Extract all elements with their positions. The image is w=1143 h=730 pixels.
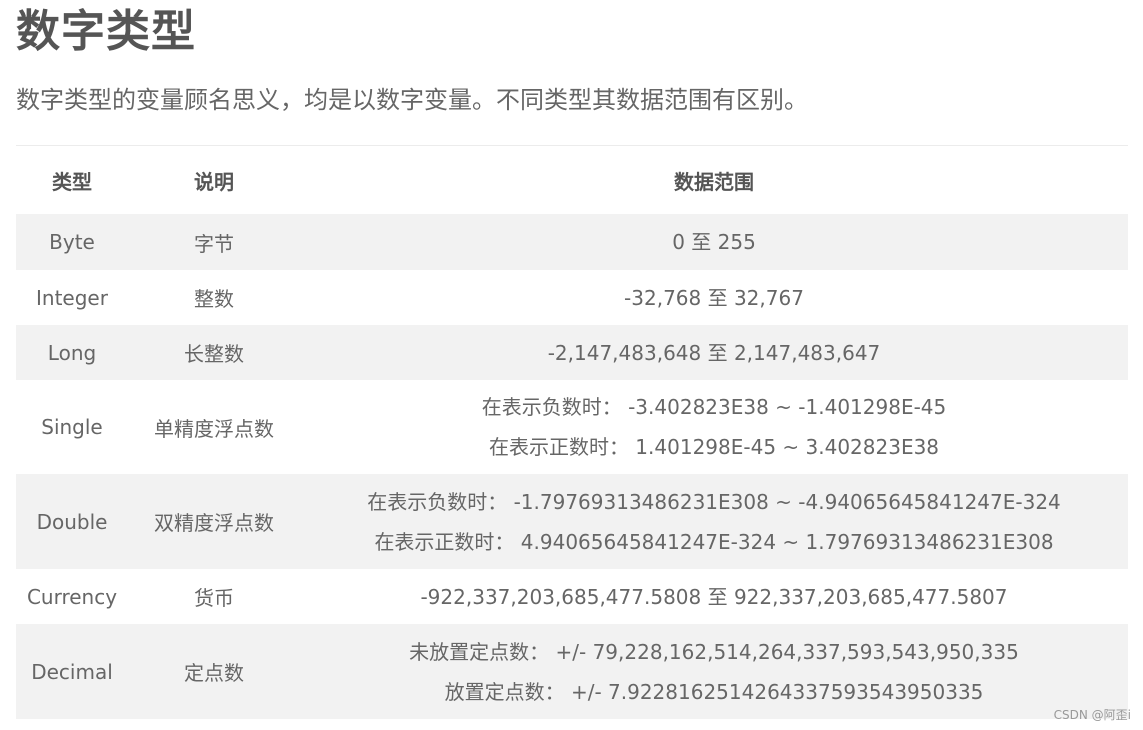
header-range: 数据范围 xyxy=(674,169,754,194)
table-row: Byte 字节 0 至 255 xyxy=(16,214,1128,270)
range-line: -2,147,483,648 至 2,147,483,647 xyxy=(547,340,881,365)
header-type: 类型 xyxy=(52,169,92,194)
row-description: 双精度浮点数 xyxy=(154,511,274,535)
row-type: Double xyxy=(36,509,108,534)
range-line: 在表示负数时： -1.79769313486231E308 ~ -4.94065… xyxy=(367,489,1061,514)
row-type: Byte xyxy=(49,230,95,254)
row-description: 整数 xyxy=(194,287,234,311)
row-range: 0 至 255 xyxy=(300,222,1128,262)
row-range: -32,768 至 32,767 xyxy=(300,278,1128,318)
range-line: 0 至 255 xyxy=(672,230,756,254)
row-description: 定点数 xyxy=(184,661,244,685)
row-description: 单精度浮点数 xyxy=(154,416,274,441)
intro-paragraph: 数字类型的变量顾名思义，均是以数字变量。不同类型其数据范围有区别。 xyxy=(16,86,808,114)
range-line: 放置定点数： +/- 7.922816251426433759354395033… xyxy=(444,679,984,704)
row-type: Currency xyxy=(26,584,118,609)
row-description: 长整数 xyxy=(184,342,244,366)
row-type: Integer xyxy=(36,285,108,310)
range-line: 在表示负数时： -3.402823E38 ~ -1.401298E-45 xyxy=(481,395,947,419)
range-line: 未放置定点数： +/- 79,228,162,514,264,337,593,5… xyxy=(409,639,1019,664)
row-range: -922,337,203,685,477.5808 至 922,337,203,… xyxy=(300,577,1128,617)
range-line: 在表示正数时： 4.94065645841247E-324 ~ 1.797693… xyxy=(374,529,1054,554)
row-range: -2,147,483,648 至 2,147,483,647 xyxy=(300,333,1128,373)
row-type: Long xyxy=(47,340,97,365)
table-row: Currency 货币 -922,337,203,685,477.5808 至 … xyxy=(16,569,1128,624)
watermark: CSDN @阿歪i xyxy=(1053,708,1131,722)
data-types-table: 类型 说明 数据范围 Byte 字节 0 至 255 Integer 整数 -3… xyxy=(16,145,1128,719)
page-title: 数字类型 xyxy=(16,6,196,57)
row-type: Single xyxy=(41,415,103,439)
row-description: 货币 xyxy=(194,586,234,610)
row-range: 在表示负数时： -3.402823E38 ~ -1.401298E-45 在表示… xyxy=(300,387,1128,467)
table-row: Decimal 定点数 未放置定点数： +/- 79,228,162,514,2… xyxy=(16,624,1128,719)
table-row: Double 双精度浮点数 在表示负数时： -1.79769313486231E… xyxy=(16,474,1128,569)
range-line: -922,337,203,685,477.5808 至 922,337,203,… xyxy=(420,584,1008,609)
row-type: Decimal xyxy=(31,659,113,684)
range-line: -32,768 至 32,767 xyxy=(624,285,804,310)
header-description: 说明 xyxy=(194,169,234,194)
table-row: Single 单精度浮点数 在表示负数时： -3.402823E38 ~ -1.… xyxy=(16,380,1128,474)
row-range: 未放置定点数： +/- 79,228,162,514,264,337,593,5… xyxy=(300,632,1128,712)
row-description: 字节 xyxy=(194,231,234,256)
row-range: 在表示负数时： -1.79769313486231E308 ~ -4.94065… xyxy=(300,482,1128,562)
table-row: Long 长整数 -2,147,483,648 至 2,147,483,647 xyxy=(16,325,1128,380)
table-header-row: 类型 说明 数据范围 xyxy=(16,146,1128,214)
range-line: 在表示正数时： 1.401298E-45 ~ 3.402823E38 xyxy=(488,435,940,459)
table-row: Integer 整数 -32,768 至 32,767 xyxy=(16,270,1128,325)
